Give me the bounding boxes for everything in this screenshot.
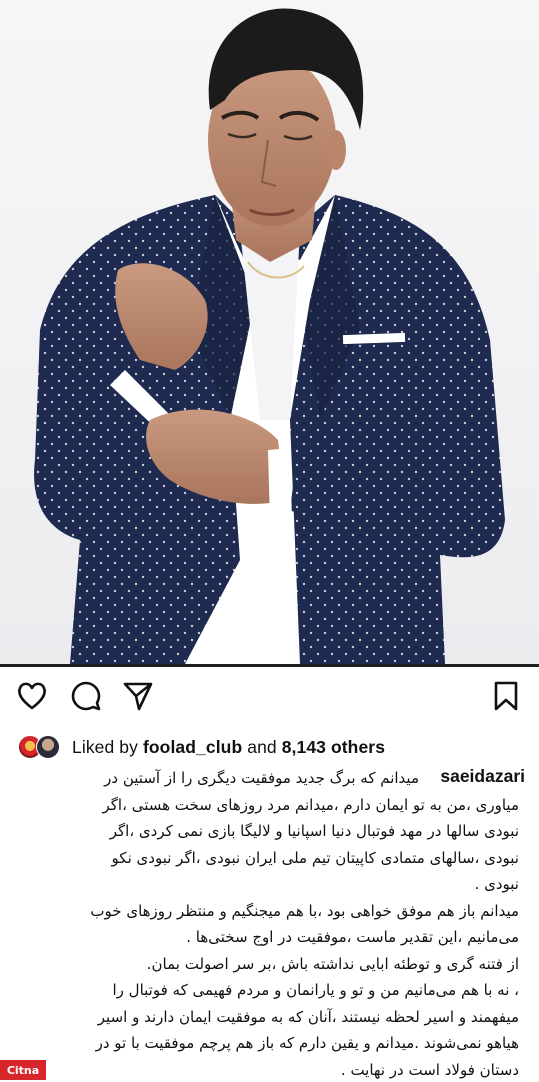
citna-watermark-logo: Citna: [0, 1060, 46, 1080]
caption-line: میاوری ،من به تو ایمان دارم ،میدانم مرد …: [102, 796, 520, 814]
caption-username[interactable]: saeidazari: [440, 766, 525, 787]
caption-line: ، نه با هم می‌مانیم من و تو و یارانمان و…: [112, 981, 520, 999]
likes-row: Liked by foolad_club and 8,143 others: [18, 734, 385, 760]
likes-connector: and: [247, 736, 277, 757]
likes-prefix: Liked by: [72, 736, 138, 757]
caption-line: میفهمند و اسیر لحظه نیستند ،آنان که به م…: [97, 1008, 519, 1026]
photo-divider: [0, 664, 539, 667]
heart-icon[interactable]: [16, 680, 48, 712]
liker-username[interactable]: foolad_club: [143, 737, 242, 757]
caption-line: از فتنه گری و توطئه ابایی نداشته باش ،بر…: [146, 955, 519, 973]
post-photo[interactable]: [0, 0, 539, 664]
liker-avatars[interactable]: [18, 735, 64, 759]
caption-line: دستان فولاد است در نهایت .: [340, 1061, 519, 1079]
share-icon[interactable]: [122, 680, 154, 712]
man-in-suit-illustration: [34, 8, 505, 664]
bookmark-icon[interactable]: [490, 680, 522, 712]
caption-line: هیاهو نمی‌شوند .میدانم و یقین دارم که با…: [95, 1034, 519, 1052]
caption-line: نبودی .: [474, 875, 519, 893]
avatar[interactable]: [36, 735, 60, 759]
caption-line: نبودی سالها در مهد فوتبال دنیا اسپانیا و…: [109, 822, 519, 840]
caption-line: می‌مانیم ،این تقدیر ماست ،موفقیت در اوج …: [186, 928, 519, 946]
caption-line: نبودی ،سالهای متمادی کاپیتان تیم ملی ایر…: [111, 849, 519, 867]
caption-line: میدانم باز هم موفق خواهی بود ،با هم میجن…: [90, 902, 519, 920]
caption-line: میدانم که برگ جدید موفقیت دیگری را از آس…: [104, 769, 419, 787]
likes-count[interactable]: 8,143 others: [282, 737, 385, 757]
likes-text[interactable]: Liked by foolad_club and 8,143 others: [72, 737, 385, 758]
comment-icon[interactable]: [70, 680, 102, 712]
action-bar: [0, 668, 539, 726]
